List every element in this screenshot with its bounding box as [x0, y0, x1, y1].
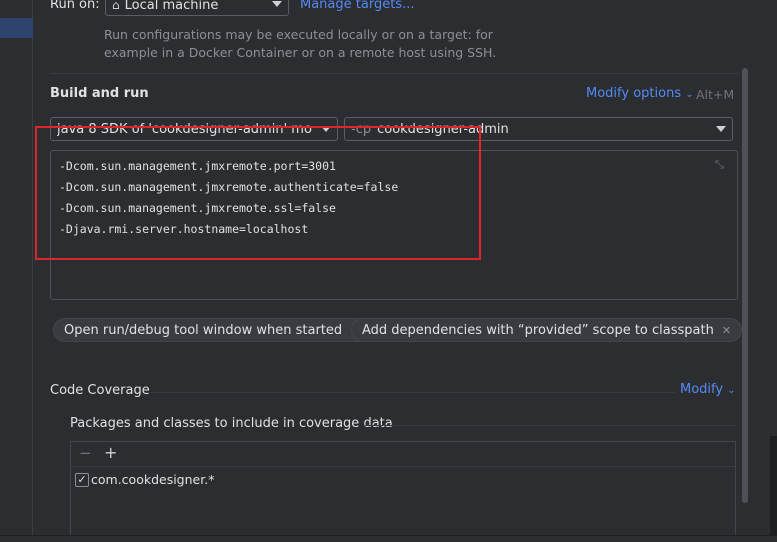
divider — [50, 73, 738, 74]
chevron-down-icon — [272, 1, 282, 7]
modify-options-shortcut: Alt+M — [696, 87, 735, 102]
manage-targets-link[interactable]: Manage targets... — [300, 0, 414, 12]
right-edge-strip — [770, 436, 777, 535]
home-icon: ⌂ — [112, 0, 120, 12]
run-on-combo[interactable]: ⌂ Local machine — [105, 0, 289, 16]
run-on-label: Run on: — [50, 0, 100, 12]
coverage-packages-label: Packages and classes to include in cover… — [70, 416, 393, 431]
left-config-tree-strip — [0, 0, 33, 542]
coverage-modify-label: Modify — [680, 382, 724, 397]
coverage-modify-link[interactable]: Modify ⌄ — [680, 382, 736, 397]
divider — [365, 425, 736, 426]
chevron-down-icon — [716, 126, 726, 132]
coverage-packages-list: − + ✓ com.cookdesigner.* — [70, 441, 736, 536]
modify-options-label: Modify options — [586, 86, 682, 101]
run-on-hint-line2: example in a Docker Container or on a re… — [104, 45, 497, 60]
expand-icon[interactable]: ⤡ — [715, 159, 727, 171]
code-coverage-title: Code Coverage — [50, 383, 150, 398]
close-icon[interactable]: ✕ — [722, 324, 731, 337]
bottom-strip — [0, 535, 777, 542]
chip-open-tool-window[interactable]: Open run/debug tool window when started … — [53, 318, 371, 342]
vertical-scrollbar[interactable] — [742, 68, 748, 503]
chip-label: Add dependencies with “provided” scope t… — [362, 322, 714, 338]
add-icon[interactable]: + — [104, 443, 117, 462]
coverage-entry-checkbox[interactable]: ✓ — [75, 473, 89, 487]
run-on-value: Local machine — [124, 0, 219, 13]
run-config-panel: Run on: ⌂ Local machine Manage targets..… — [33, 0, 777, 536]
chevron-down-icon: ⌄ — [685, 89, 694, 100]
remove-icon[interactable]: − — [79, 444, 92, 462]
coverage-toolbar: − + — [71, 442, 735, 467]
highlight-annotation-box — [35, 126, 481, 260]
chip-provided-scope[interactable]: Add dependencies with “provided” scope t… — [351, 318, 743, 342]
modify-options-link[interactable]: Modify options ⌄ — [586, 86, 694, 101]
chip-label: Open run/debug tool window when started — [64, 322, 343, 338]
build-and-run-title: Build and run — [50, 86, 149, 101]
divider — [145, 392, 675, 393]
run-on-hint-line1: Run configurations may be executed local… — [104, 27, 493, 42]
chevron-down-icon: ⌄ — [727, 385, 736, 396]
coverage-entry-pattern: com.cookdesigner.* — [91, 472, 215, 487]
selected-config-item[interactable] — [0, 18, 33, 38]
